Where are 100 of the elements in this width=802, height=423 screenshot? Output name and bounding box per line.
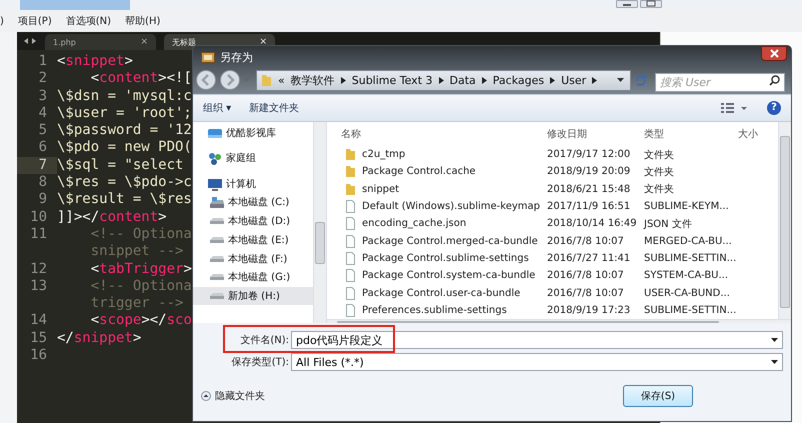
line-number: 12 xyxy=(29,260,48,278)
column-header[interactable]: 大小 xyxy=(738,127,778,141)
navigation-item[interactable]: 优酷影视库 xyxy=(193,124,313,142)
file-type-dropdown[interactable]: All Files (*.*) xyxy=(291,353,783,371)
close-button[interactable] xyxy=(761,46,787,61)
line-number: 13 xyxy=(29,278,48,296)
window-title: 另存为 xyxy=(220,50,253,64)
close-icon[interactable]: × xyxy=(140,37,148,47)
chevron-icon[interactable] xyxy=(438,76,444,84)
line-number: 3 xyxy=(38,88,48,105)
file-name[interactable]: Package Control.sublime-settings xyxy=(362,252,529,264)
code-line: \$res = \$pdo->c xyxy=(57,174,192,192)
scrollbar[interactable] xyxy=(313,122,326,323)
save-button[interactable]: 保存(S) xyxy=(623,385,693,407)
file-type: 文件夹 xyxy=(644,148,675,162)
line-number: 14 xyxy=(29,312,48,330)
window-icon xyxy=(201,51,215,63)
breadcrumb[interactable]: Data xyxy=(450,74,476,86)
code-line: <snippet> xyxy=(57,53,133,70)
view-list-icon[interactable] xyxy=(721,102,749,114)
menu-item[interactable]: 帮助(H) xyxy=(125,14,160,28)
code-line: \$pdo = new PDO( xyxy=(57,139,192,157)
file-date: 2018/9/19 20:09 xyxy=(547,166,632,178)
line-number: 11 xyxy=(29,226,48,244)
help-button[interactable]: ? xyxy=(767,101,781,115)
chevron-icon[interactable] xyxy=(482,76,487,84)
document-icon xyxy=(345,286,356,300)
caret-icon[interactable] xyxy=(771,360,778,364)
drive-icon xyxy=(209,218,225,224)
address-bar[interactable]: « 教学软件 Sublime Text 3 Data Packages User xyxy=(256,70,631,90)
search-icon xyxy=(769,74,780,86)
drive-icon xyxy=(209,292,225,299)
close-icon[interactable]: × xyxy=(259,37,267,47)
line-number: 4 xyxy=(38,104,48,122)
file-name[interactable]: Default (Windows).sublime-keymap xyxy=(362,201,540,212)
code-line: snippet --> xyxy=(90,243,184,261)
menu-item[interactable]: 项目(P) xyxy=(18,14,52,28)
search-field[interactable]: 搜索 User xyxy=(655,72,785,92)
file-date: 2017/11/9 16:51 xyxy=(547,201,632,212)
computer-icon xyxy=(207,176,223,191)
column-header[interactable]: 类型 xyxy=(644,127,738,141)
file-type: 文件夹 xyxy=(644,166,675,179)
navigation-item[interactable]: 家庭组 xyxy=(193,150,313,167)
line-number: 15 xyxy=(29,330,48,348)
file-name[interactable]: Package Control.user-ca-bundle xyxy=(362,288,520,299)
breadcrumb[interactable]: User xyxy=(561,74,586,86)
file-date: 2016/7/8 10:07 xyxy=(547,236,625,247)
breadcrumb-overflow[interactable]: « xyxy=(278,74,285,86)
navigation-item[interactable]: 本地磁盘 (E:) xyxy=(193,231,313,249)
hide-folders-button[interactable]: 隐藏文件夹 xyxy=(201,389,265,403)
filename-field[interactable]: pdo代码片段定义 xyxy=(291,331,783,349)
file-date: 2016/7/8 10:07 xyxy=(547,270,625,282)
line-number: 9 xyxy=(38,191,48,209)
document-icon xyxy=(345,234,356,248)
people-icon xyxy=(207,151,223,166)
chevron-icon[interactable] xyxy=(592,76,598,84)
forward-icon[interactable] xyxy=(219,70,241,90)
navigation-item[interactable]: 本地磁盘 (D:) xyxy=(193,212,313,230)
file-type: 文件夹 xyxy=(644,182,675,196)
tab-label: 无标题 xyxy=(172,36,196,48)
file-name[interactable]: encoding_cache.json xyxy=(362,218,466,230)
column-header[interactable]: 修改日期 xyxy=(547,127,644,141)
caret-icon[interactable] xyxy=(617,78,624,82)
menu-item[interactable]: 首选项(N) xyxy=(66,14,112,28)
breadcrumb[interactable]: 教学软件 xyxy=(290,72,335,88)
navigation-item[interactable]: 本地磁盘 (G:) xyxy=(193,268,313,286)
editor-tab[interactable]: 1.php × xyxy=(45,34,156,50)
code-line: <tabTrigger> xyxy=(90,260,192,278)
scrollbar[interactable] xyxy=(778,122,791,319)
navigation-item[interactable]: 新加卷 (H:) xyxy=(193,287,313,305)
file-name[interactable]: snippet xyxy=(362,184,400,195)
close-icon xyxy=(770,49,778,58)
file-name[interactable]: Package Control.system-ca-bundle xyxy=(362,270,536,282)
navigation-item[interactable]: 本地磁盘 (F:) xyxy=(193,250,313,268)
breadcrumb[interactable]: Sublime Text 3 xyxy=(352,74,433,86)
code-line: </snippet> xyxy=(57,330,142,348)
code-line: <!-- Optiona xyxy=(90,278,192,296)
file-name[interactable]: Package Control.cache xyxy=(362,166,476,178)
file-name[interactable]: c2u_tmp xyxy=(362,149,406,160)
column-header[interactable]: 名称 xyxy=(341,127,547,141)
chevron-icon[interactable] xyxy=(550,76,556,84)
chevron-icon[interactable] xyxy=(340,76,346,84)
file-type: USER-CA-BUND... xyxy=(644,288,731,299)
field-label: 保存类型(T): xyxy=(230,356,290,369)
file-name[interactable]: Package Control.merged-ca-bundle xyxy=(362,236,538,247)
back-icon[interactable] xyxy=(195,70,217,90)
new-folder-button[interactable]: 新建文件夹 xyxy=(249,101,300,115)
navigation-item[interactable]: 本地磁盘 (C:) xyxy=(193,194,313,212)
menu-item[interactable]: ) xyxy=(0,16,4,26)
organize-button[interactable]: 组织 ▾ xyxy=(203,101,232,115)
caret-icon[interactable] xyxy=(771,338,778,342)
line-number: 2 xyxy=(38,70,48,88)
line-number: 16 xyxy=(29,347,48,364)
code-line: <content><![ xyxy=(90,70,192,88)
breadcrumb[interactable]: Packages xyxy=(492,74,544,86)
file-name[interactable]: Preferences.sublime-settings xyxy=(362,304,507,316)
navigation-item[interactable]: 计算机 xyxy=(193,175,313,192)
code-line: trigger --> xyxy=(90,295,184,312)
code-line: \$dsn = 'mysql:c xyxy=(57,88,192,105)
drive-icon xyxy=(209,195,225,210)
